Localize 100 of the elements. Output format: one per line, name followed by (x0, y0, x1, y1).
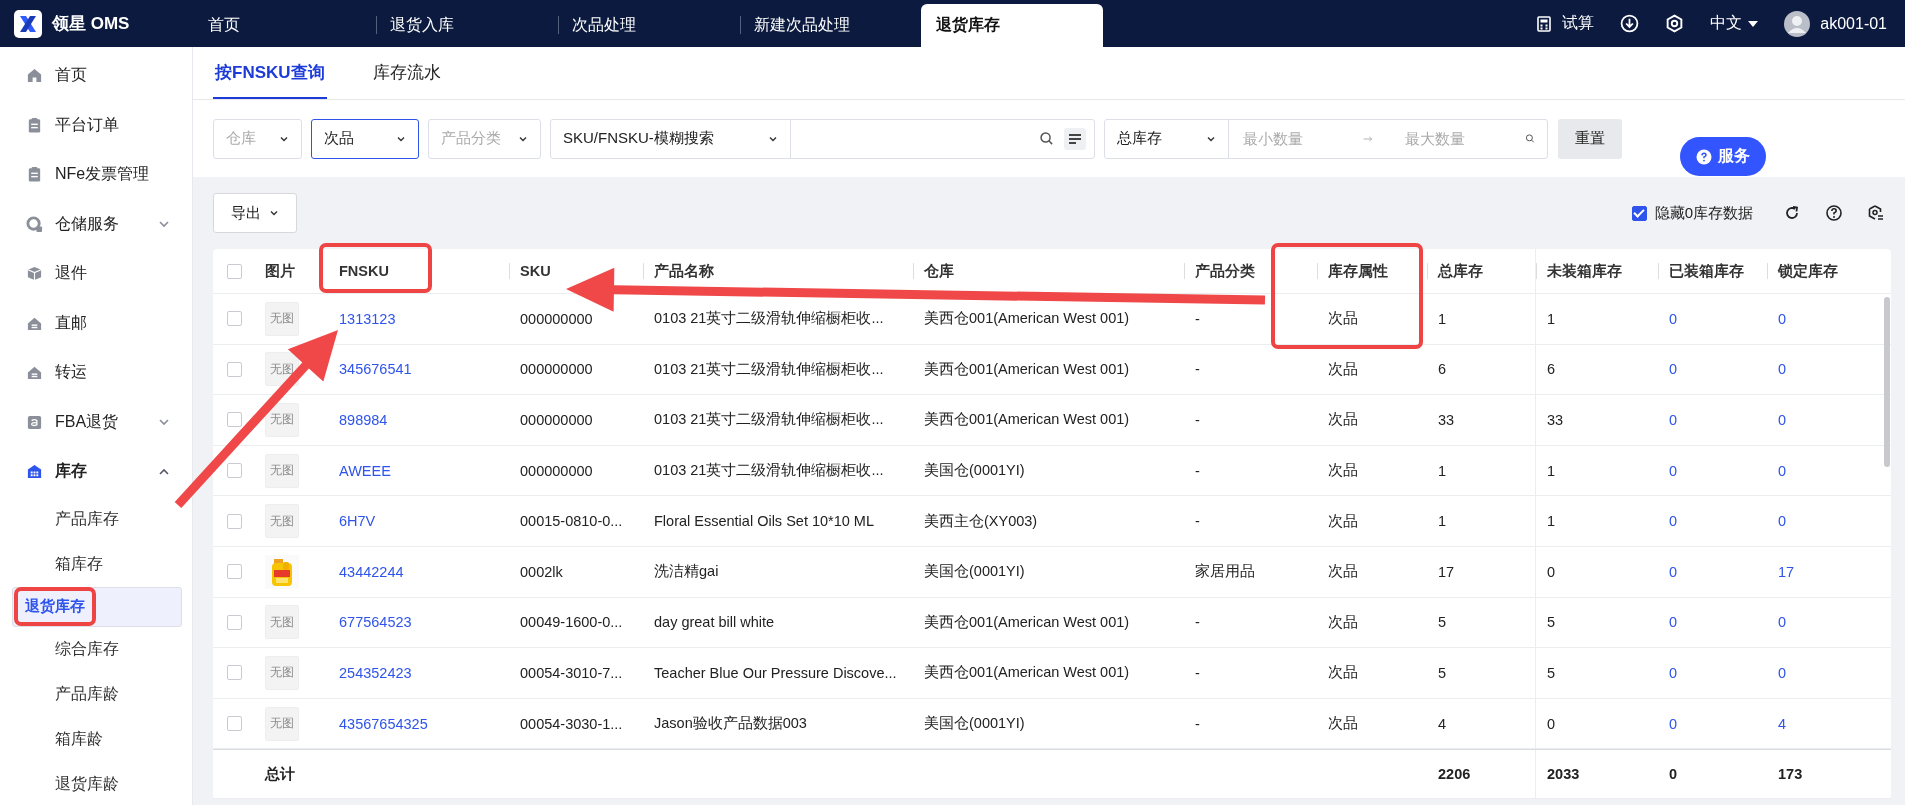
link[interactable]: 898984 (339, 412, 388, 428)
link[interactable]: 0 (1669, 614, 1678, 631)
link[interactable]: 0 (1778, 513, 1787, 530)
link[interactable]: 4 (1778, 715, 1787, 732)
column-header: 未装箱库存 (1547, 261, 1622, 281)
table-cell: 000000000 (520, 310, 593, 327)
table-cell: 5 (1438, 664, 1447, 681)
table-cell: 美西主仓(XY003) (924, 511, 1038, 531)
link[interactable]: 0 (1778, 664, 1787, 681)
link[interactable]: 0 (1778, 310, 1787, 327)
sidebar-subitem[interactable]: 箱库存 (12, 541, 182, 587)
link[interactable]: 0 (1669, 462, 1678, 479)
table-cell: 美西仓001(American West 001) (924, 663, 1130, 683)
export-button[interactable]: 导出 (213, 193, 297, 233)
top-tab[interactable]: 首页 (193, 4, 375, 47)
link[interactable]: 0 (1669, 563, 1678, 580)
link[interactable]: 0 (1778, 361, 1787, 378)
sidebar-item[interactable]: FBA退货 (0, 397, 192, 447)
top-tab[interactable]: 退货库存 (921, 4, 1103, 47)
table-cell: - (1195, 412, 1200, 428)
table-cell: 5 (1547, 614, 1556, 631)
reset-button[interactable]: 重置 (1558, 118, 1622, 159)
table-cell: 0 (1547, 715, 1556, 732)
table-cell: 000000000 (520, 462, 593, 479)
page-tab[interactable]: 库存流水 (370, 47, 443, 99)
link[interactable]: 0 (1669, 412, 1678, 428)
table-cell: 次品 (1328, 562, 1358, 582)
link[interactable]: 0 (1778, 412, 1787, 428)
table-cell: 00015-0810-0... (520, 513, 623, 530)
sidebar-item[interactable]: 库存 (0, 447, 192, 497)
sidebar-item[interactable]: NFe发票管理 (0, 150, 192, 200)
attribute-select[interactable]: 次品 (311, 118, 419, 159)
table-cell: 000000000 (520, 412, 593, 428)
table-cell: 0103 21英寸二级滑轨伸缩橱柜收... (654, 410, 884, 430)
link[interactable]: 0 (1669, 664, 1678, 681)
sidebar-item[interactable]: 退件 (0, 249, 192, 299)
sidebar-subitem[interactable]: 产品库存 (12, 496, 182, 542)
calculator-link[interactable]: 试算 (1562, 13, 1595, 34)
no-image-thumbnail: 无图 (265, 706, 299, 741)
table-cell: 美西仓001(American West 001) (924, 612, 1130, 632)
link[interactable]: 6H7V (339, 513, 376, 530)
box-icon (26, 265, 43, 283)
table-cell: 次品 (1328, 309, 1358, 329)
link[interactable]: 345676541 (339, 361, 412, 378)
link[interactable]: AWEEE (339, 462, 391, 479)
top-tab[interactable]: 次品处理 (557, 4, 739, 47)
page-tab[interactable]: 按FNSKU查询 (213, 47, 327, 99)
column-settings-icon[interactable] (1867, 204, 1885, 222)
table-cell: 000000000 (520, 361, 593, 378)
link[interactable]: 0 (1669, 361, 1678, 378)
sidebar-subitem[interactable]: 综合库存 (12, 626, 182, 672)
table-cell: 次品 (1328, 612, 1358, 632)
sidebar-item[interactable]: 平台订单 (0, 100, 192, 150)
table-cell: 1 (1438, 310, 1447, 327)
user-menu[interactable]: ak001-01 (1820, 14, 1887, 33)
min-quantity-field[interactable]: 最小数量 (1241, 129, 1355, 148)
link[interactable]: 254352423 (339, 664, 412, 681)
app-name: 领星 OMS (52, 13, 130, 35)
link[interactable]: 0 (1778, 614, 1787, 631)
link[interactable]: 1313123 (339, 310, 396, 327)
sidebar-subitem[interactable]: 箱库龄 (12, 716, 182, 762)
service-button[interactable]: 服务 (1680, 137, 1766, 176)
settings-icon[interactable] (1665, 14, 1685, 33)
checkbox[interactable] (1631, 205, 1647, 221)
refresh-icon[interactable] (1783, 204, 1801, 222)
table-cell: 17 (1438, 563, 1455, 580)
link[interactable]: 0 (1778, 462, 1787, 479)
sidebar-item[interactable]: 转运 (0, 348, 192, 398)
link[interactable]: 0 (1669, 513, 1678, 530)
link[interactable]: 0 (1669, 715, 1678, 732)
max-quantity-field[interactable]: 最大数量 (1403, 129, 1517, 148)
no-image-thumbnail: 无图 (265, 605, 299, 640)
table-cell: 0103 21英寸二级滑轨伸缩橱柜收... (654, 359, 884, 379)
link[interactable]: 43567654325 (339, 715, 428, 732)
stock-type-select[interactable]: 总库存 (1105, 119, 1229, 158)
top-tab[interactable]: 新建次品处理 (739, 4, 921, 47)
download-icon[interactable] (1620, 14, 1640, 33)
link[interactable]: 43442244 (339, 563, 404, 580)
sidebar-item[interactable]: 首页 (0, 51, 192, 101)
sidebar-subitem[interactable]: 产品库龄 (12, 671, 182, 717)
table-cell: Teacher Blue Our Pressure Discove... (654, 664, 897, 681)
table-cell: 6 (1438, 361, 1447, 378)
help-icon[interactable] (1825, 204, 1843, 222)
table-cell: day great bill white (654, 614, 775, 631)
language-dropdown[interactable]: 中文 (1710, 13, 1759, 34)
link[interactable]: 677564523 (339, 614, 412, 631)
scrollbar[interactable] (1884, 297, 1890, 467)
sidebar-subitem[interactable]: 退货库龄 (12, 761, 182, 805)
top-tab[interactable]: 退货入库 (375, 4, 557, 47)
column-header: 库存属性 (1328, 261, 1388, 281)
link[interactable]: 0 (1669, 310, 1678, 327)
sidebar-item[interactable]: 仓储服务 (0, 199, 192, 249)
sidebar-item[interactable]: 直邮 (0, 298, 192, 348)
home-icon (26, 67, 43, 85)
table-cell: 家居用品 (1195, 562, 1255, 582)
link[interactable]: 17 (1778, 563, 1795, 580)
sidebar-subitem[interactable]: 退货库存 (12, 586, 182, 627)
table-cell: Floral Essential Oils Set 10*10 ML (654, 513, 874, 530)
table-cell: 美西仓001(American West 001) (924, 410, 1130, 430)
house-icon (26, 364, 43, 382)
